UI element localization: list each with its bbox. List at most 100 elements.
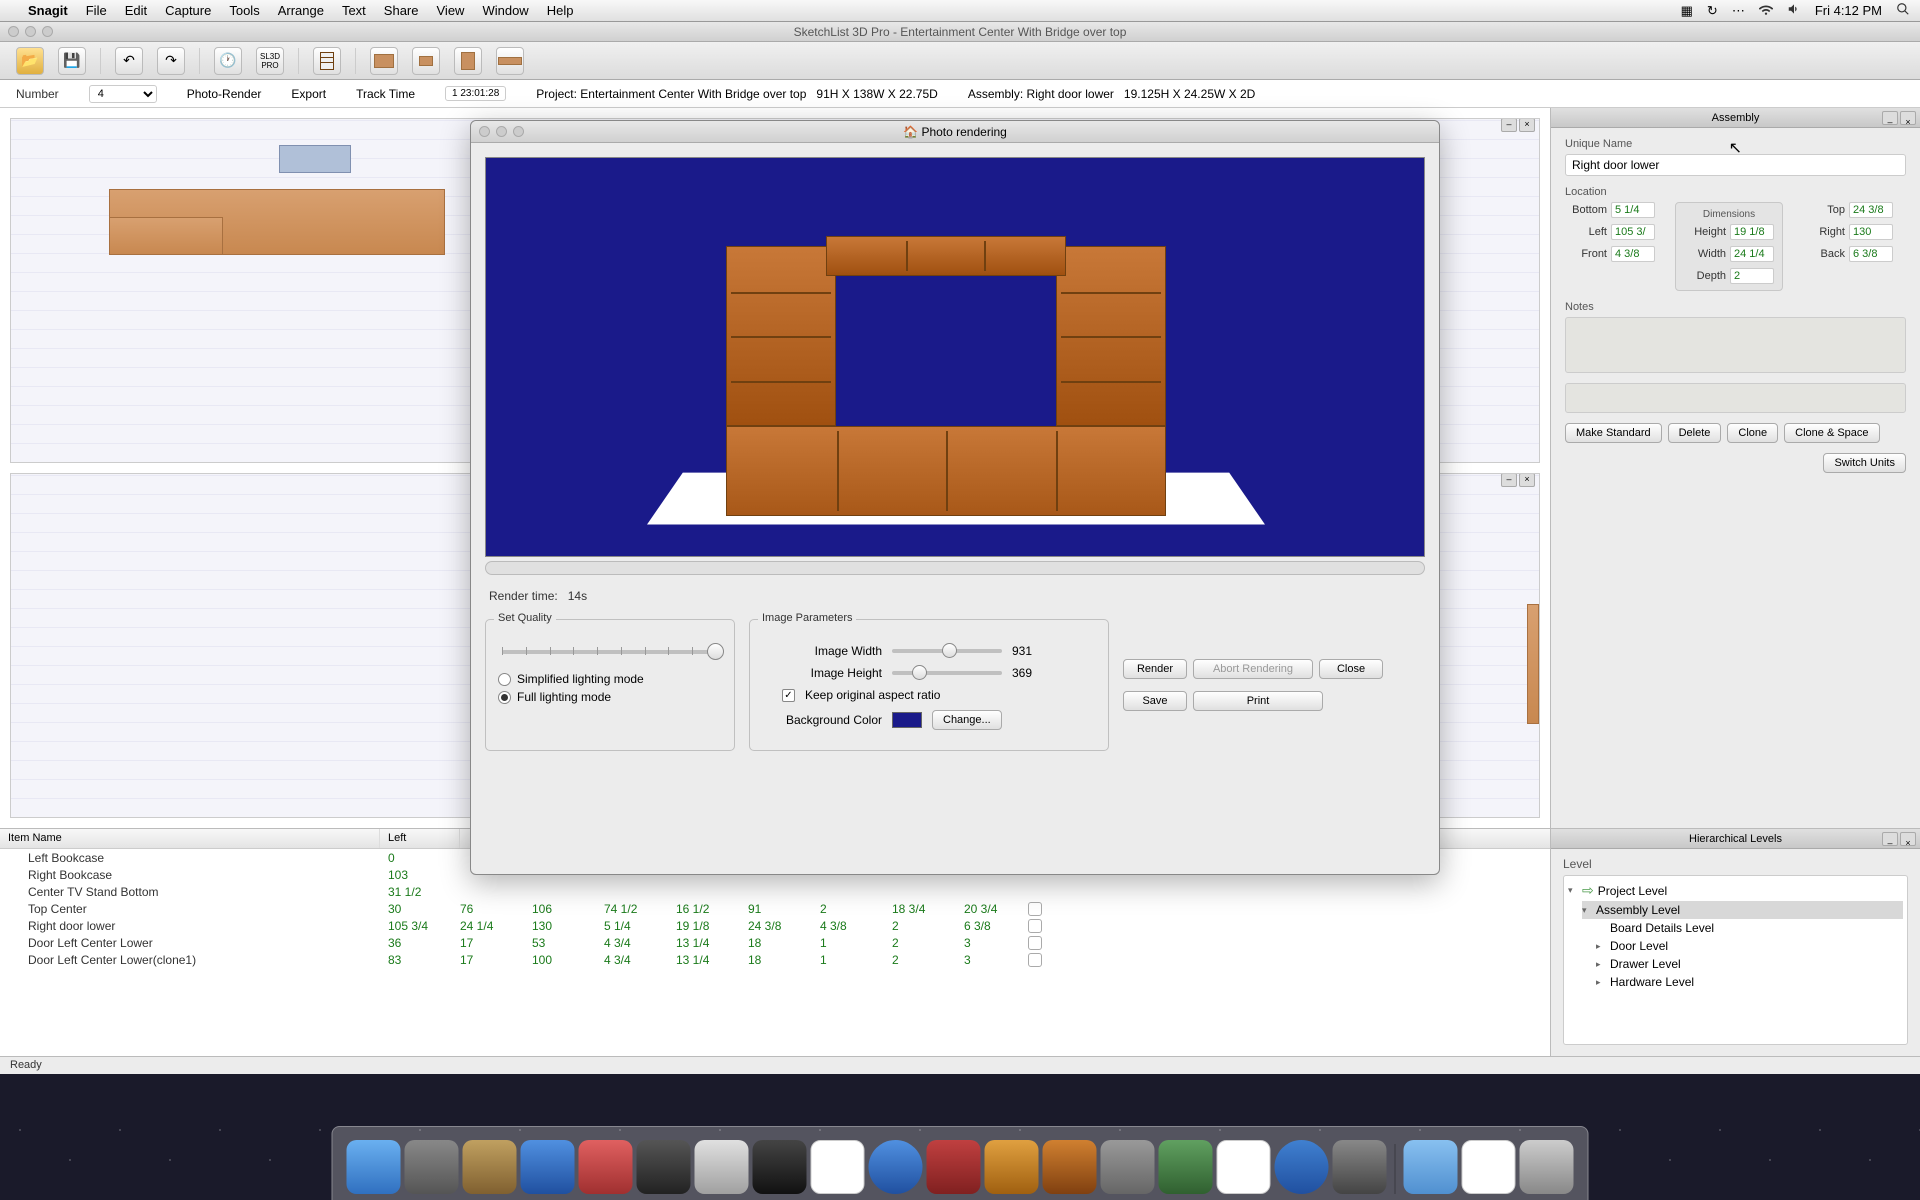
depth-input[interactable] [1730, 268, 1774, 284]
volume-icon[interactable] [1787, 2, 1801, 19]
row-checkbox[interactable] [1028, 953, 1042, 967]
tree-item[interactable]: ▾Assembly Level [1582, 901, 1903, 919]
menu-arrange[interactable]: Arrange [278, 3, 324, 18]
img-width-slider[interactable] [892, 649, 1002, 653]
redo-button[interactable]: ↷ [157, 47, 185, 75]
menu-tools[interactable]: Tools [229, 3, 259, 18]
render-button[interactable]: Render [1123, 659, 1187, 679]
board-horiz-icon[interactable] [370, 47, 398, 75]
clone-space-button[interactable]: Clone & Space [1784, 423, 1879, 443]
make-standard-button[interactable]: Make Standard [1565, 423, 1662, 443]
dashboard-icon[interactable] [753, 1140, 807, 1194]
unique-name-input[interactable] [1565, 154, 1906, 176]
close-icon[interactable]: × [1519, 473, 1535, 487]
document-icon[interactable] [1462, 1140, 1516, 1194]
snagit-icon[interactable] [579, 1140, 633, 1194]
dock[interactable] [332, 1126, 1589, 1200]
right-input[interactable] [1849, 224, 1893, 240]
board-thin-icon[interactable] [496, 47, 524, 75]
full-radio[interactable]: Full lighting mode [498, 690, 722, 704]
table-row[interactable]: Door Left Center Lower3617534 3/413 1/41… [0, 934, 1550, 951]
save-button[interactable]: Save [1123, 691, 1187, 711]
top-input[interactable] [1849, 202, 1893, 218]
quality-slider[interactable] [502, 650, 718, 654]
table-row[interactable]: Door Left Center Lower(clone1)83171004 3… [0, 951, 1550, 968]
menu-window[interactable]: Window [482, 3, 528, 18]
min-icon[interactable]: – [1501, 118, 1517, 132]
keep-aspect-checkbox[interactable]: ✓ [782, 689, 795, 702]
number-select[interactable]: 4 [89, 85, 157, 103]
menu-capture[interactable]: Capture [165, 3, 211, 18]
table-row[interactable]: Top Center307610674 1/216 1/291218 3/420… [0, 900, 1550, 917]
mission-control-icon[interactable] [463, 1140, 517, 1194]
menu-extra-icon[interactable]: ⋯ [1732, 3, 1745, 19]
bookcase-icon[interactable] [313, 47, 341, 75]
close-icon[interactable]: × [1519, 118, 1535, 132]
min-icon[interactable]: – [1882, 111, 1898, 125]
simplified-radio[interactable]: Simplified lighting mode [498, 672, 722, 686]
render-scrollbar[interactable] [485, 561, 1425, 575]
tree-item[interactable]: Board Details Level [1596, 919, 1903, 937]
app-icon[interactable] [1275, 1140, 1329, 1194]
sysprefs-icon[interactable] [1101, 1140, 1155, 1194]
print-button[interactable]: Print [1193, 691, 1323, 711]
col-item-name[interactable]: Item Name [0, 829, 380, 848]
img-height-slider[interactable] [892, 671, 1002, 675]
open-button[interactable]: 📂 [16, 47, 44, 75]
dialog-titlebar[interactable]: 🏠 Photo rendering [471, 121, 1439, 143]
calendar-icon[interactable] [811, 1140, 865, 1194]
min-icon[interactable]: – [1501, 473, 1517, 487]
timemachine-icon[interactable]: ↻ [1707, 3, 1718, 19]
notes-textarea[interactable] [1565, 317, 1906, 373]
clone-button[interactable]: Clone [1727, 423, 1778, 443]
menu-text[interactable]: Text [342, 3, 366, 18]
height-input[interactable] [1730, 224, 1774, 240]
tree-item[interactable]: ▾⇨Project Level [1568, 880, 1903, 901]
menu-view[interactable]: View [437, 3, 465, 18]
app-name[interactable]: Snagit [28, 3, 68, 18]
front-input[interactable] [1611, 246, 1655, 262]
garageband-icon[interactable] [1043, 1140, 1097, 1194]
save-button[interactable]: 💾 [58, 47, 86, 75]
close-icon[interactable]: × [1900, 832, 1916, 846]
delete-button[interactable]: Delete [1668, 423, 1722, 443]
clock-button[interactable]: 🕐 [214, 47, 242, 75]
table-row[interactable]: Center TV Stand Bottom31 1/2 [0, 883, 1550, 900]
trash-icon[interactable] [1520, 1140, 1574, 1194]
menu-edit[interactable]: Edit [125, 3, 147, 18]
close-icon[interactable]: × [1900, 111, 1916, 125]
change-color-button[interactable]: Change... [932, 710, 1002, 730]
back-input[interactable] [1849, 246, 1893, 262]
menu-file[interactable]: File [86, 3, 107, 18]
board-vert-icon[interactable] [454, 47, 482, 75]
tree-item[interactable]: ▸Hardware Level [1596, 973, 1903, 991]
menu-help[interactable]: Help [547, 3, 574, 18]
iphoto-icon[interactable] [927, 1140, 981, 1194]
row-checkbox[interactable] [1028, 902, 1042, 916]
wifi-icon[interactable] [1759, 2, 1773, 19]
app-icon[interactable] [1333, 1140, 1387, 1194]
bottom-input[interactable] [1611, 202, 1655, 218]
spotlight-icon[interactable] [1896, 2, 1910, 19]
photo-render-link[interactable]: Photo-Render [187, 87, 262, 101]
col-left[interactable]: Left [380, 829, 460, 848]
row-checkbox[interactable] [1028, 936, 1042, 950]
row-checkbox[interactable] [1028, 919, 1042, 933]
tree-item[interactable]: ▸Drawer Level [1596, 955, 1903, 973]
close-button[interactable]: Close [1319, 659, 1383, 679]
appstore-icon[interactable] [521, 1140, 575, 1194]
board-small-icon[interactable] [412, 47, 440, 75]
menu-extra-icon[interactable]: ▦ [1681, 3, 1693, 19]
width-input[interactable] [1730, 246, 1774, 262]
app-icon[interactable] [1159, 1140, 1213, 1194]
undo-button[interactable]: ↶ [115, 47, 143, 75]
itunes-icon[interactable] [869, 1140, 923, 1194]
switch-units-button[interactable]: Switch Units [1823, 453, 1906, 473]
traffic-lights[interactable] [8, 26, 53, 37]
textedit-icon[interactable] [1217, 1140, 1271, 1194]
clock[interactable]: Fri 4:12 PM [1815, 3, 1882, 18]
sl3d-button[interactable]: SL3DPRO [256, 47, 284, 75]
table-row[interactable]: Right door lower105 3/424 1/41305 1/419 … [0, 917, 1550, 934]
launchpad-icon[interactable] [405, 1140, 459, 1194]
imovie-icon[interactable] [985, 1140, 1039, 1194]
